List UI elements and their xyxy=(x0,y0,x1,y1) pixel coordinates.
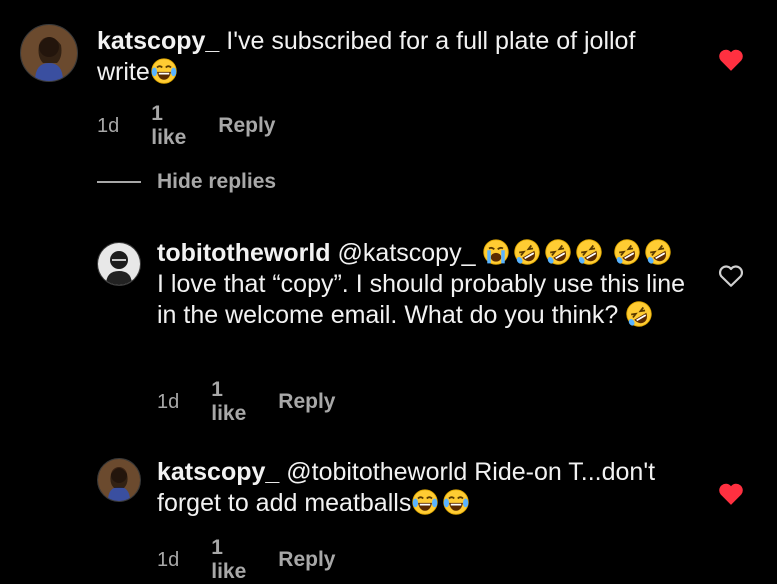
heart-filled-icon[interactable] xyxy=(718,48,744,72)
reply-button[interactable]: Reply xyxy=(218,114,275,138)
comment-text: tobitotheworld @katscopy_ I love that “c… xyxy=(157,238,687,331)
avatar[interactable] xyxy=(20,24,78,82)
reply-button[interactable]: Reply xyxy=(278,548,335,572)
divider-line xyxy=(97,181,141,183)
avatar[interactable] xyxy=(97,242,141,286)
comment-meta: 1d 1 like Reply xyxy=(97,102,275,150)
comment-username[interactable]: katscopy_ xyxy=(97,27,219,55)
likes-count[interactable]: 1 like xyxy=(211,536,246,584)
comment-time: 1d xyxy=(157,390,180,413)
comment-text: katscopy_ @tobitotheworld Ride-on T...do… xyxy=(157,457,657,519)
rofl-emoji-icon xyxy=(513,238,541,266)
rofl-emoji-icon xyxy=(613,238,641,266)
rofl-emoji-icon xyxy=(644,238,672,266)
comment-meta: 1d 1 like Reply xyxy=(157,536,335,584)
rofl-emoji-icon xyxy=(544,238,572,266)
heart-filled-icon[interactable] xyxy=(718,482,744,506)
avatar[interactable] xyxy=(97,458,141,502)
hide-replies-toggle[interactable]: Hide replies xyxy=(97,170,276,194)
laugh-tears-emoji-icon xyxy=(442,488,470,516)
comment-username[interactable]: katscopy_ xyxy=(157,458,279,486)
laugh-tears-emoji-icon xyxy=(150,57,178,85)
crying-emoji-icon xyxy=(482,238,510,266)
reply-button[interactable]: Reply xyxy=(278,390,335,414)
comment-username[interactable]: tobitotheworld xyxy=(157,239,331,267)
avatar-photo xyxy=(98,243,140,285)
avatar-photo xyxy=(21,25,77,81)
rofl-emoji-icon xyxy=(625,300,653,328)
heart-outline-icon[interactable] xyxy=(718,264,744,288)
likes-count[interactable]: 1 like xyxy=(211,378,246,426)
hide-replies-label: Hide replies xyxy=(157,170,277,193)
mention-link[interactable]: @katscopy_ xyxy=(338,239,476,267)
comment-meta: 1d 1 like Reply xyxy=(157,378,335,426)
rofl-emoji-icon xyxy=(575,238,603,266)
laugh-tears-emoji-icon xyxy=(411,488,439,516)
comment-text: katscopy_ I've subscribed for a full pla… xyxy=(97,26,657,88)
comment-body: I love that “copy”. I should probably us… xyxy=(157,270,686,329)
avatar-photo xyxy=(98,459,140,501)
mention-link[interactable]: @tobitotheworld xyxy=(286,458,467,486)
likes-count[interactable]: 1 like xyxy=(151,102,186,150)
comment-time: 1d xyxy=(97,114,120,137)
comment-time: 1d xyxy=(157,548,180,571)
